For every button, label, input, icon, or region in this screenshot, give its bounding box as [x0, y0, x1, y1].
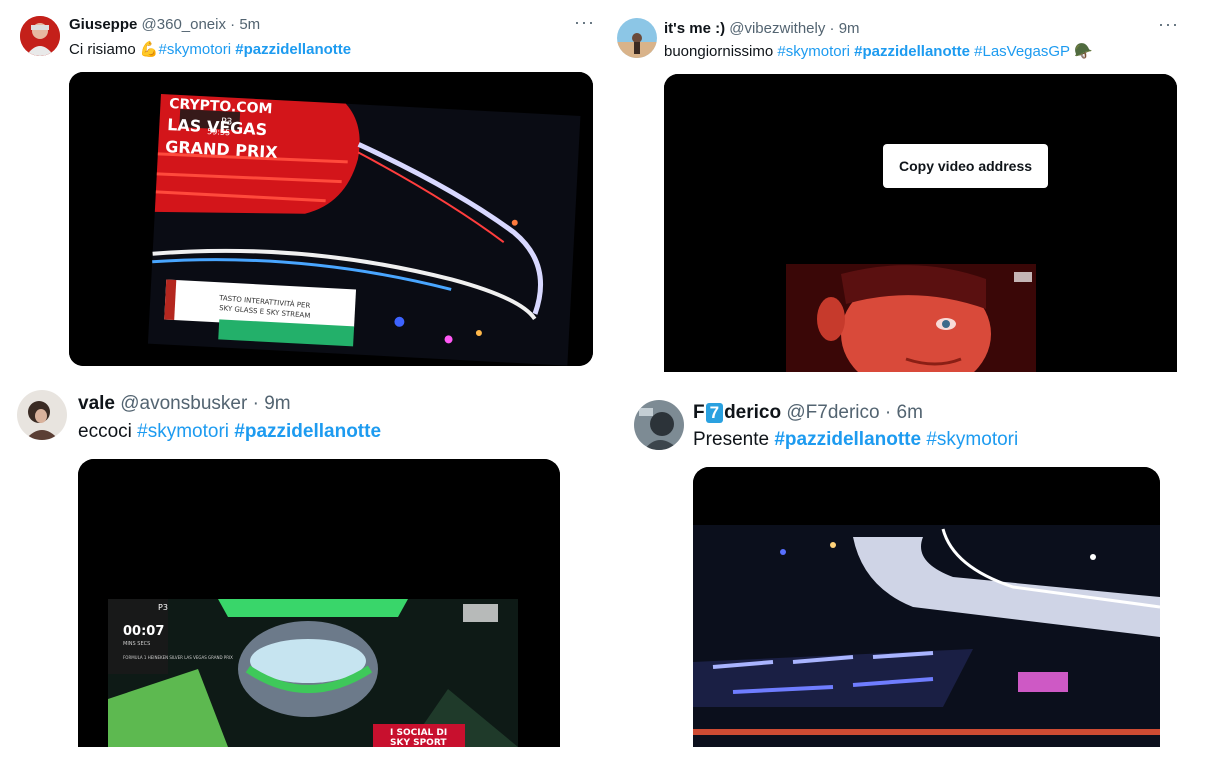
timestamp[interactable]: 5m: [239, 16, 260, 33]
text: Presente: [693, 429, 770, 450]
copy-video-address-menu-item[interactable]: Copy video address: [883, 144, 1049, 188]
text: eccoci: [78, 421, 132, 442]
hashtag-link[interactable]: #LasVegasGP: [974, 43, 1070, 60]
avatar[interactable]: [634, 400, 684, 450]
hashtag-link[interactable]: #pazzidellanotte: [854, 43, 970, 60]
handle[interactable]: @vibezwithely: [729, 20, 825, 37]
video-frame: P3 00:07 MINS SECS FORMULA 1 HEINEKEN SI…: [78, 459, 560, 747]
handle[interactable]: @360_oneix: [142, 16, 226, 33]
display-name[interactable]: Giuseppe: [69, 16, 137, 33]
avatar-image: [17, 390, 67, 440]
avatar[interactable]: [617, 18, 657, 58]
handle[interactable]: @avonsbusker: [120, 393, 247, 414]
separator: ·: [252, 393, 259, 414]
tweet-3[interactable]: vale @avonsbusker · 9m eccoci #skymotori…: [0, 380, 600, 762]
overlay-session: P3: [221, 117, 233, 128]
hashtag-link[interactable]: #skymotori: [137, 421, 229, 442]
name-prefix: F: [693, 402, 705, 423]
keycap-7-emoji: 7: [705, 403, 724, 423]
overlay-time: 59:55: [207, 127, 231, 137]
timestamp[interactable]: 9m: [264, 393, 290, 414]
avatar[interactable]: [17, 390, 67, 440]
avatar-image: [617, 18, 657, 58]
hashtag-link[interactable]: #skymotori: [159, 41, 232, 58]
hashtag-link[interactable]: #skymotori: [777, 43, 850, 60]
overlay-clock: 00:07: [123, 624, 164, 639]
timestamp[interactable]: 6m: [897, 402, 923, 423]
display-name[interactable]: it's me :): [664, 20, 725, 37]
overlay-session: P3: [158, 603, 168, 612]
tweet-2[interactable]: it's me :) @vibezwithely · 9m ··· buongi…: [600, 0, 1218, 380]
hashtag-link[interactable]: #skymotori: [926, 429, 1018, 450]
tweet-header: vale @avonsbusker · 9m: [78, 393, 291, 415]
handle[interactable]: @F7derico: [786, 402, 879, 423]
avatar-image: [20, 16, 60, 56]
video-frame: [664, 74, 1177, 372]
overlay-info: FORMULA 1 HEINEKEN SILVER LAS VEGAS GRAN…: [123, 655, 233, 660]
text: Ci risiamo: [69, 41, 136, 58]
overlay-units: MINS SECS: [123, 641, 150, 647]
name-suffix: derico: [724, 402, 782, 423]
timestamp[interactable]: 9m: [839, 20, 860, 37]
text: buongiornissimo: [664, 43, 774, 60]
tweet-text: eccoci #skymotori #pazzidellanotte: [78, 421, 381, 443]
video-player[interactable]: P3 00:07 MINS SECS FORMULA 1 HEINEKEN SI…: [78, 459, 560, 747]
display-name[interactable]: vale: [78, 393, 115, 414]
tweet-text: buongiornissimo #skymotori #pazzidellano…: [664, 42, 1093, 60]
overlay-sky-line1: I SOCIAL DI: [390, 728, 447, 738]
flexed-biceps-emoji: 💪: [139, 41, 159, 58]
video-frame: CRYPTO.COM LAS VEGAS GRAND PRIX P3 59:55…: [69, 72, 593, 366]
tweet-header: Giuseppe @360_oneix · 5m: [69, 16, 260, 33]
separator: ·: [884, 402, 892, 423]
video-player[interactable]: Copy video address: [664, 74, 1177, 372]
video-player[interactable]: [693, 467, 1160, 747]
video-player[interactable]: CRYPTO.COM LAS VEGAS GRAND PRIX P3 59:55…: [69, 72, 593, 366]
more-horizontal-icon[interactable]: ···: [1158, 14, 1179, 35]
hashtag-link[interactable]: #pazzidellanotte: [774, 429, 921, 450]
hashtag-link[interactable]: #pazzidellanotte: [234, 421, 381, 442]
tweet-4[interactable]: F 7 derico @F7derico · 6m Presente #pazzid…: [600, 380, 1218, 762]
helmet-emoji: 🪖: [1073, 43, 1093, 60]
video-frame: [693, 467, 1160, 747]
overlay-sky-line2: SKY SPORT: [390, 738, 447, 747]
separator: ·: [230, 16, 236, 33]
tweet-header: F 7 derico @F7derico · 6m: [693, 402, 923, 424]
hashtag-link[interactable]: #pazzidellanotte: [235, 41, 351, 58]
avatar-image: [634, 400, 684, 450]
tweet-text: Ci risiamo 💪#skymotori #pazzidellanotte: [69, 40, 351, 58]
tweet-header: it's me :) @vibezwithely · 9m: [664, 20, 860, 37]
tweet-text: Presente #pazzidellanotte #skymotori: [693, 429, 1018, 451]
separator: ·: [829, 20, 835, 37]
tweet-1[interactable]: Giuseppe @360_oneix · 5m ··· Ci risiamo …: [0, 0, 600, 380]
more-horizontal-icon[interactable]: ···: [574, 12, 595, 33]
avatar[interactable]: [20, 16, 60, 56]
display-name[interactable]: F 7 derico: [693, 402, 781, 423]
